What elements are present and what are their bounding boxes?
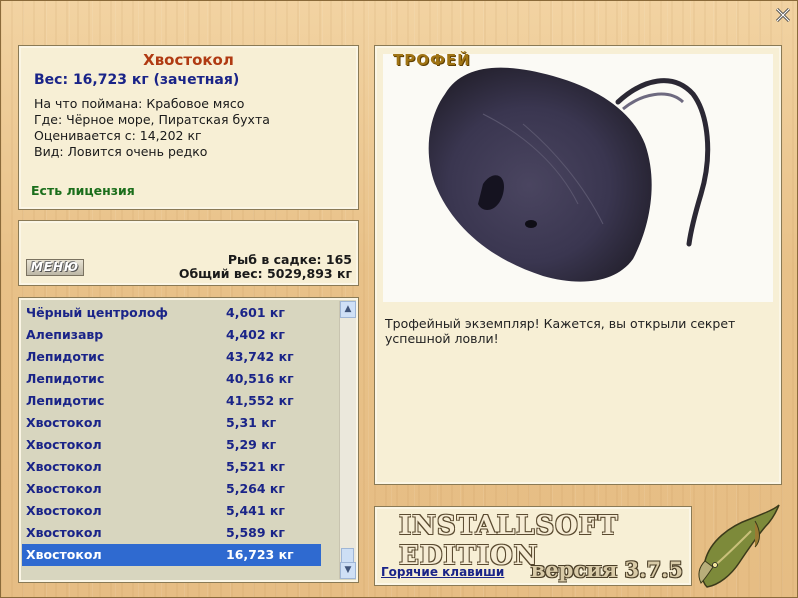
- fish-name-cell: Хвостокол: [26, 481, 102, 496]
- fish-name-cell: Лепидотис: [26, 393, 105, 408]
- fish-weight-cell: 43,742 кг: [226, 349, 294, 364]
- trophy-label: ТРОФЕЙ: [393, 51, 471, 69]
- fish-name-cell: Лепидотис: [26, 349, 105, 364]
- chevron-down-icon[interactable]: ▼: [340, 562, 356, 579]
- list-item[interactable]: Хвостокол 5,31 кг: [22, 412, 321, 434]
- stingray-image: [428, 67, 711, 282]
- fish-weight-cell: 4,402 кг: [226, 327, 285, 342]
- list-item[interactable]: Лепидотис 43,742 кг: [22, 346, 321, 368]
- fish-name-cell: Хвостокол: [26, 547, 102, 562]
- fish-weight-cell: 5,264 кг: [226, 481, 285, 496]
- fish-info-panel: Хвостокол Вес: 16,723 кг (зачетная) На ч…: [18, 45, 359, 210]
- valued-from-info: Оценивается с: 14,202 кг: [34, 128, 202, 143]
- fish-weight-cell: 5,441 кг: [226, 503, 285, 518]
- fish-name-cell: Хвостокол: [26, 503, 102, 518]
- list-item[interactable]: Хвостокол 16,723 кг: [22, 544, 321, 566]
- fish-name-cell: Лепидотис: [26, 371, 105, 386]
- close-icon[interactable]: [775, 7, 791, 23]
- menu-button[interactable]: МЕНЮ: [26, 259, 84, 276]
- trophy-panel: ТРОФЕЙ Трофейный экземпляр! Кажется, вы …: [374, 45, 782, 485]
- fish-image: [383, 54, 773, 302]
- pike-logo-icon: [698, 504, 780, 588]
- fish-weight: Вес: 16,723 кг (зачетная): [34, 72, 240, 88]
- list-item[interactable]: Хвостокол 5,29 кг: [22, 434, 321, 456]
- fish-count: Рыб в садке: 165: [227, 252, 352, 267]
- kind-info: Вид: Ловится очень редко: [34, 144, 208, 159]
- list-item[interactable]: Хвостокол 5,521 кг: [22, 456, 321, 478]
- fish-name-cell: Чёрный центролоф: [26, 305, 168, 320]
- hotkeys-link[interactable]: Горячие клавиши: [381, 565, 504, 579]
- version-label: версия 3.7.5: [530, 557, 683, 582]
- list-item[interactable]: Лепидотис 41,552 кг: [22, 390, 321, 412]
- list-item[interactable]: Лепидотис 40,516 кг: [22, 368, 321, 390]
- fish-weight-cell: 4,601 кг: [226, 305, 285, 320]
- total-weight: Общий вес: 5029,893 кг: [178, 266, 352, 281]
- trophy-description: Трофейный экземпляр! Кажется, вы открыли…: [385, 316, 736, 346]
- fish-weight-cell: 41,552 кг: [226, 393, 294, 408]
- list-item[interactable]: Хвостокол 5,264 кг: [22, 478, 321, 500]
- scrollbar[interactable]: ▲ ▼: [339, 301, 356, 579]
- fish-name-cell: Хвостокол: [26, 415, 102, 430]
- list-item[interactable]: Чёрный центролоф 4,601 кг: [22, 302, 321, 324]
- fish-name-cell: Алепизавр: [26, 327, 104, 342]
- list-item[interactable]: Алепизавр 4,402 кг: [22, 324, 321, 346]
- fish-name-cell: Хвостокол: [26, 459, 102, 474]
- catch-list: Чёрный центролоф 4,601 кг Алепизавр 4,402 к…: [18, 297, 359, 583]
- fish-weight-cell: 5,31 кг: [226, 415, 277, 430]
- fish-weight-cell: 5,29 кг: [226, 437, 277, 452]
- license-status: Есть лицензия: [31, 183, 135, 198]
- list-item[interactable]: Хвостокол 5,441 кг: [22, 500, 321, 522]
- bait-info: На что поймана: Крабовое мясо: [34, 96, 245, 111]
- chevron-up-icon[interactable]: ▲: [340, 301, 356, 318]
- edition-panel: INSTALLSOFT EDITION Горячие клавиши верс…: [374, 506, 692, 586]
- fish-weight-cell: 40,516 кг: [226, 371, 294, 386]
- location-info: Где: Чёрное море, Пиратская бухта: [34, 112, 270, 127]
- fish-name-cell: Хвостокол: [26, 437, 102, 452]
- fish-name-cell: Хвостокол: [26, 525, 102, 540]
- cage-stats-panel: МЕНЮ Рыб в садке: 165 Общий вес: 5029,89…: [18, 220, 359, 286]
- fish-weight-cell: 5,521 кг: [226, 459, 285, 474]
- fish-weight-cell: 5,589 кг: [226, 525, 285, 540]
- list-item[interactable]: Хвостокол 5,589 кг: [22, 522, 321, 544]
- fish-name: Хвостокол: [143, 51, 234, 69]
- fish-weight-cell: 16,723 кг: [226, 547, 294, 562]
